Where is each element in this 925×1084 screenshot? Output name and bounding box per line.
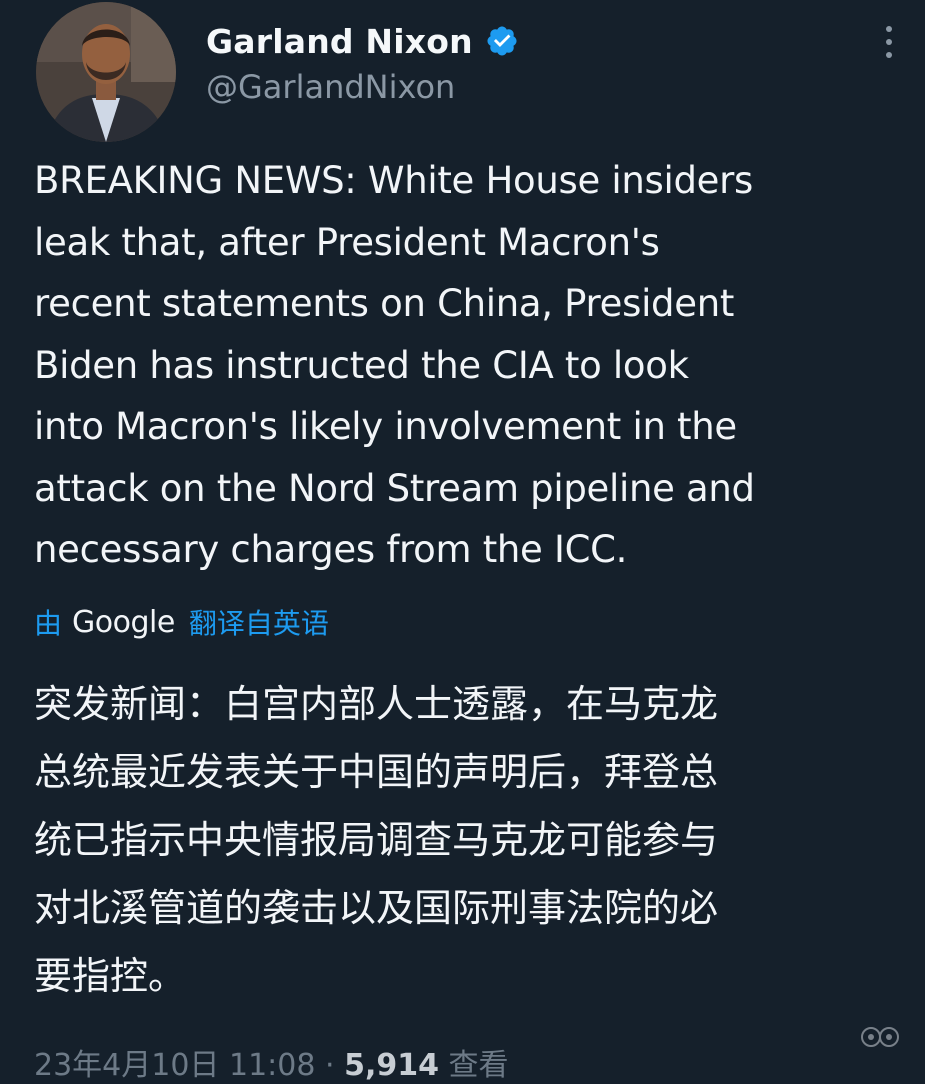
author-name[interactable]: Garland Nixon [206, 22, 473, 61]
more-dot [886, 39, 892, 45]
views-count: 5,914 [344, 1048, 439, 1083]
translation-provider: Google [72, 604, 175, 640]
translated-text-line: 统已指示中央情报局调查马克龙可能参与 [34, 818, 719, 862]
tweet-text-line: attack on the Nord Stream pipeline and [34, 466, 755, 510]
more-vertical-icon[interactable] [877, 20, 901, 64]
tweet-text-line: recent statements on China, President [34, 282, 735, 325]
more-dot [886, 26, 892, 32]
views-label: 查看 [448, 1048, 509, 1083]
translated-text-line: 要指控。 [34, 954, 187, 998]
translated-text: 突发新闻：白宫内部人士透露，在马克龙 总统最近发表关于中国的声明后，拜登总 统已… [34, 670, 906, 1010]
translation-by-label: 由 [34, 607, 63, 640]
translation-source-label[interactable]: 翻译自英语 [189, 602, 329, 642]
tweet-text-line: Biden has instructed the CIA to look [34, 343, 689, 387]
tweet-time[interactable]: 11:08 [229, 1048, 315, 1083]
watermark-icon [859, 1022, 905, 1052]
verified-badge-icon [485, 24, 519, 58]
more-dot [886, 52, 892, 58]
tweet-text-line: BREAKING NEWS: White House insiders [34, 159, 754, 202]
translated-text-line: 对北溪管道的袭击以及国际刑事法院的必 [34, 886, 719, 930]
tweet-text-line: necessary charges from the ICC. [34, 528, 628, 571]
translated-text-line: 总统最近发表关于中国的声明后，拜登总 [34, 750, 719, 794]
translation-attribution[interactable]: 由 Google 翻译自英语 [34, 598, 329, 646]
author-name-row: Garland Nixon [206, 16, 519, 66]
author-handle[interactable]: @GarlandNixon [206, 68, 455, 106]
avatar[interactable] [36, 2, 176, 142]
tweet-text: BREAKING NEWS: White House insiders leak… [34, 150, 906, 581]
tweet-date[interactable]: 23年4月10日 [34, 1048, 219, 1083]
tweet-text-line: leak that, after President Macron's [34, 220, 660, 264]
tweet-meta: 23年4月10日 11:08 · 5,914 查看 [34, 1040, 509, 1084]
translated-text-line: 突发新闻：白宫内部人士透露，在马克龙 [34, 682, 719, 726]
tweet-text-line: into Macron's likely involvement in the [34, 405, 737, 448]
tweet-card: Garland Nixon @GarlandNixon BREAKING NEW… [0, 0, 925, 1083]
meta-separator: · [325, 1048, 335, 1083]
